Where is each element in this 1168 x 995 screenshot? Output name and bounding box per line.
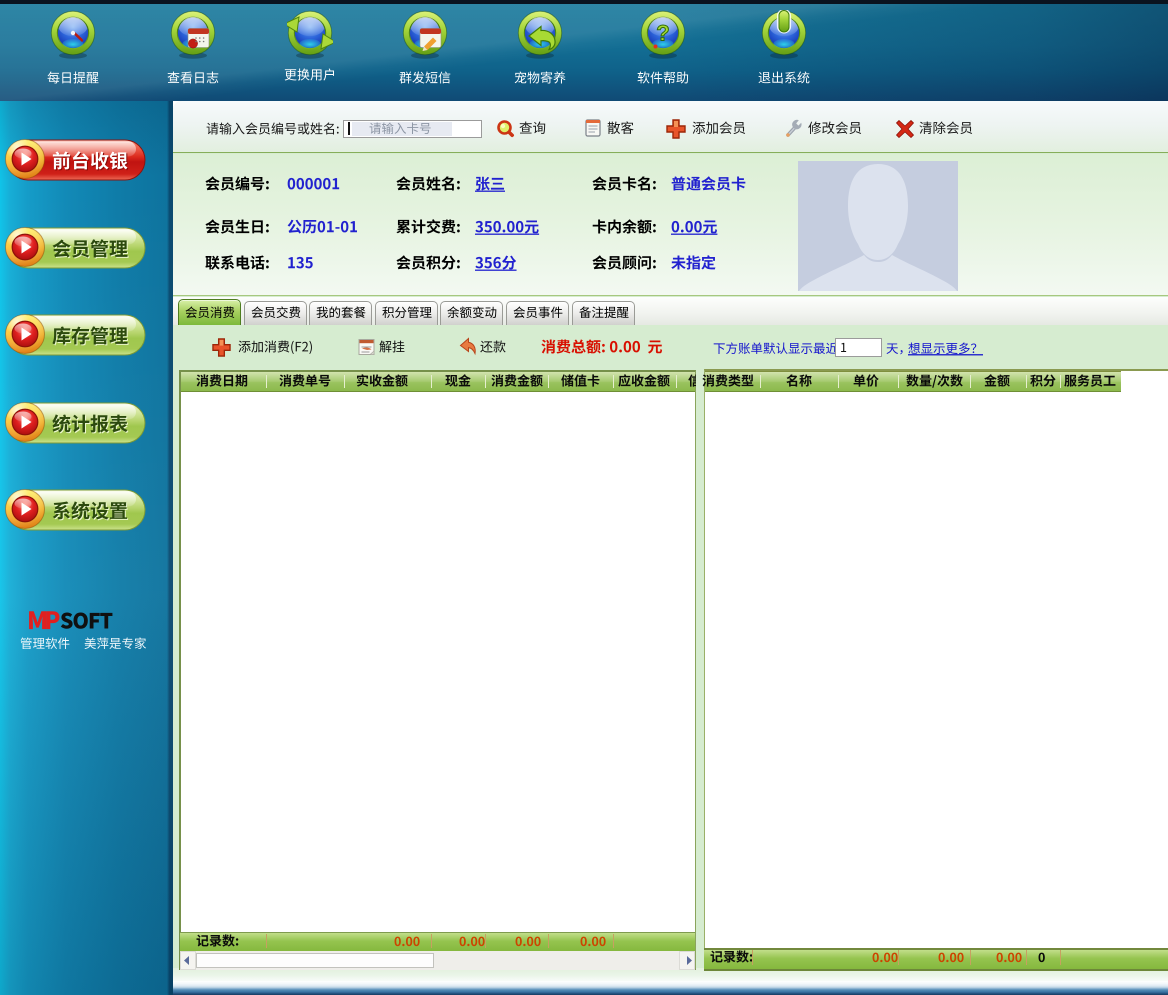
svg-text:?: ? bbox=[656, 21, 669, 46]
